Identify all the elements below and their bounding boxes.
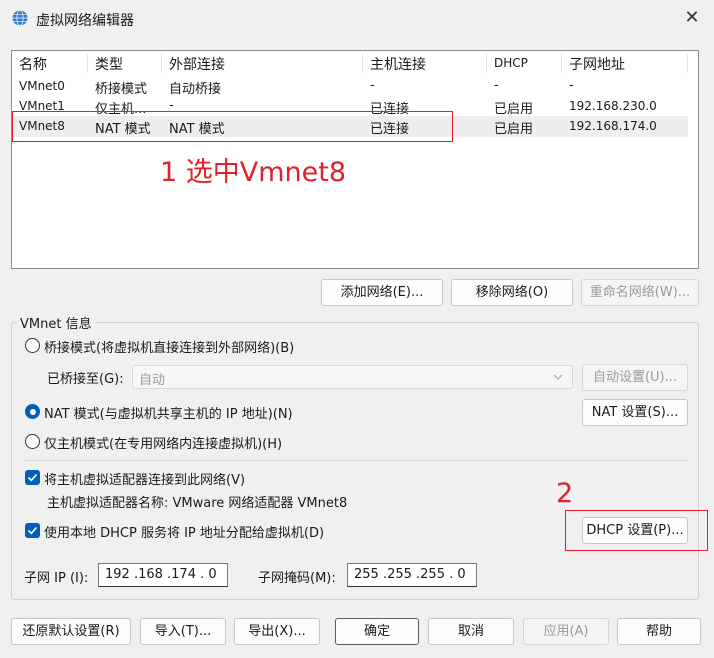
- nat-mode-label[interactable]: NAT 模式(与虚拟机共享主机的 IP 地址)(N): [44, 403, 293, 422]
- restore-defaults-button[interactable]: 还原默认设置(R): [11, 618, 131, 645]
- remove-network-button[interactable]: 移除网络(O): [451, 279, 573, 306]
- annotation-step1-text: 1 选中Vmnet8: [160, 157, 347, 188]
- col-divider[interactable]: [561, 54, 562, 73]
- col-divider[interactable]: [687, 54, 688, 73]
- add-network-button[interactable]: 添加网络(E)...: [321, 279, 443, 306]
- col-header-name[interactable]: 名称: [19, 54, 47, 74]
- bridged-to-value: 自动: [139, 373, 166, 388]
- cell-name: VMnet0: [19, 79, 65, 93]
- bridge-mode-radio[interactable]: [25, 338, 40, 353]
- checkmark-icon: [27, 473, 38, 482]
- annotation-step2-text: 2: [556, 478, 574, 509]
- import-button[interactable]: 导入(T)...: [140, 618, 226, 645]
- checkmark-icon: [27, 526, 38, 535]
- col-divider[interactable]: [87, 54, 88, 73]
- subnet-ip-input[interactable]: 192 .168 .174 . 0: [98, 563, 228, 587]
- cell-subnet: 192.168.230.0: [569, 99, 657, 113]
- list-header: 名称 类型 外部连接 主机连接 DHCP 子网地址: [12, 51, 698, 75]
- dhcp-checkbox[interactable]: [25, 523, 40, 538]
- dhcp-label[interactable]: 使用本地 DHCP 服务将 IP 地址分配给虚拟机(D): [44, 522, 324, 541]
- ok-button[interactable]: 确定: [335, 618, 419, 645]
- col-header-type[interactable]: 类型: [95, 54, 123, 74]
- help-button[interactable]: 帮助: [617, 618, 701, 645]
- col-divider[interactable]: [362, 54, 363, 73]
- connect-adapter-checkbox[interactable]: [25, 470, 40, 485]
- rename-network-button[interactable]: 重命名网络(W)...: [581, 279, 699, 306]
- subnet-ip-label: 子网 IP (I):: [24, 571, 89, 586]
- col-header-host[interactable]: 主机连接: [370, 54, 426, 74]
- divider: [23, 460, 687, 461]
- close-icon[interactable]: ✕: [682, 8, 702, 28]
- col-divider[interactable]: [486, 54, 487, 73]
- cell-dhcp: -: [494, 78, 499, 93]
- bridged-to-label: 已桥接至(G):: [47, 372, 124, 387]
- export-button[interactable]: 导出(X)...: [234, 618, 320, 645]
- nat-settings-button[interactable]: NAT 设置(S)...: [582, 399, 688, 426]
- table-row[interactable]: VMnet0 桥接模式 自动桥接 - - -: [12, 76, 688, 97]
- connect-adapter-label[interactable]: 将主机虚拟适配器连接到此网络(V): [44, 469, 245, 488]
- cell-external: 自动桥接: [169, 82, 222, 97]
- window-title: 虚拟网络编辑器: [36, 13, 134, 29]
- apply-button[interactable]: 应用(A): [523, 618, 609, 645]
- adapter-name-text: 主机虚拟适配器名称: VMware 网络适配器 VMnet8: [47, 496, 348, 511]
- col-divider[interactable]: [161, 54, 162, 73]
- col-header-dhcp[interactable]: DHCP: [494, 56, 528, 70]
- col-header-external[interactable]: 外部连接: [169, 54, 225, 74]
- auto-settings-button[interactable]: 自动设置(U)...: [582, 364, 688, 391]
- group-title: VMnet 信息: [17, 313, 95, 332]
- cell-dhcp: 已启用: [494, 102, 534, 117]
- annotation-highlight-box: [565, 510, 708, 551]
- nat-mode-radio[interactable]: [25, 404, 40, 419]
- host-only-radio[interactable]: [25, 434, 40, 449]
- annotation-highlight-box: [12, 111, 453, 142]
- chevron-down-icon: [553, 374, 563, 380]
- bridged-to-select[interactable]: 自动: [132, 365, 573, 389]
- network-list[interactable]: 名称 类型 外部连接 主机连接 DHCP 子网地址 VMnet0 桥接模式 自动…: [11, 50, 699, 269]
- col-header-subnet[interactable]: 子网地址: [569, 54, 625, 74]
- cell-subnet: 192.168.174.0: [569, 119, 657, 133]
- bridge-mode-label[interactable]: 桥接模式(将虚拟机直接连接到外部网络)(B): [44, 337, 294, 356]
- title-bar: 虚拟网络编辑器 ✕: [0, 0, 714, 38]
- subnet-mask-input[interactable]: 255 .255 .255 . 0: [347, 563, 477, 587]
- host-only-label[interactable]: 仅主机模式(在专用网络内连接虚拟机)(H): [44, 433, 282, 452]
- network-globe-icon: [12, 10, 28, 26]
- cell-host: -: [370, 78, 375, 93]
- subnet-mask-label: 子网掩码(M):: [258, 571, 336, 586]
- cancel-button[interactable]: 取消: [428, 618, 514, 645]
- cell-dhcp: 已启用: [494, 122, 534, 137]
- cell-type: 桥接模式: [95, 82, 148, 97]
- cell-subnet: -: [569, 78, 574, 93]
